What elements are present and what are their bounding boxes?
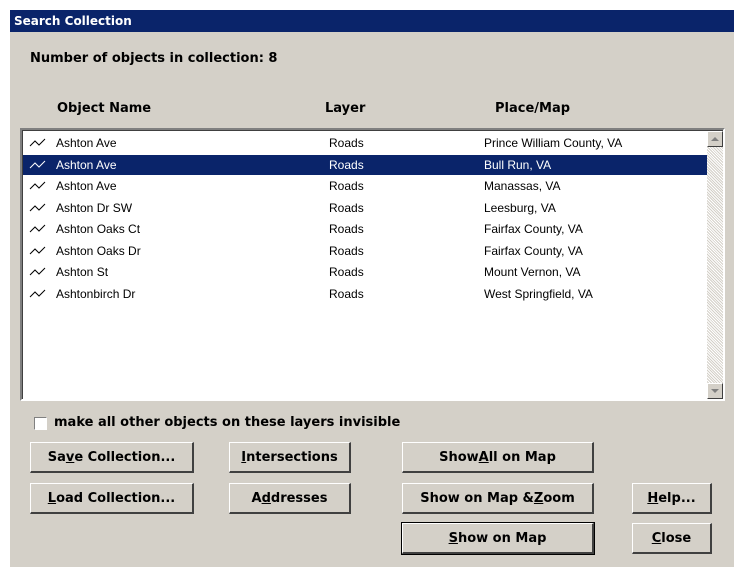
place-cell: Bull Run, VA — [484, 157, 552, 172]
object-name-cell: Ashton Oaks Dr — [56, 243, 141, 258]
place-cell: Manassas, VA — [484, 179, 561, 193]
road-line-icon — [29, 246, 46, 254]
layer-cell: Roads — [329, 200, 364, 215]
place-cell: Leesburg, VA — [484, 200, 556, 215]
results-list[interactable]: Ashton Ave Roads Prince William County, VA… — [20, 128, 725, 401]
place-cell: Fairfax County, VA — [484, 222, 583, 236]
show-on-map-zoom-button[interactable]: Show on Map & Zoom — [402, 483, 594, 514]
scroll-up-button[interactable] — [707, 131, 723, 147]
make-invisible-label[interactable]: make all other objects on these layers i… — [54, 415, 400, 430]
close-button[interactable]: Close — [632, 523, 712, 554]
road-line-icon — [29, 224, 46, 233]
list-item[interactable]: Ashton Ave Roads Prince William County, VA — [23, 133, 709, 153]
addresses-button[interactable]: Ad dresses — [229, 483, 351, 514]
road-line-icon — [29, 289, 46, 297]
list-item[interactable]: Ashton Ave Roads Bull Run, VA — [23, 154, 709, 175]
results-list-body: Ashton Ave Roads Prince William County, VA… — [22, 130, 723, 399]
layer-cell: Roads — [329, 265, 364, 279]
road-line-icon — [29, 138, 46, 147]
window-title: Search Collection — [10, 10, 734, 32]
object-name-cell: Ashton Ave — [56, 157, 117, 172]
object-name-cell: Ashton St — [56, 265, 109, 279]
road-line-icon — [29, 181, 46, 190]
list-item[interactable]: Ashton Oaks Dr Roads Fairfax County, VA — [23, 241, 709, 261]
arrow-up-icon — [711, 137, 719, 141]
place-cell: Mount Vernon, VA — [484, 265, 581, 279]
make-invisible-checkbox[interactable] — [34, 417, 47, 430]
list-item[interactable]: Ashtonbirch Dr Roads West Springfield, VA — [23, 284, 709, 304]
column-header-layer: Layer — [325, 101, 366, 116]
column-header-place-map: Place/Map — [495, 101, 571, 116]
place-cell: Fairfax County, VA — [484, 243, 583, 258]
save-collection-button[interactable]: Sa v e Collection... — [30, 442, 194, 473]
search-collection-dialog: Search Collection Number of objects in c… — [10, 10, 734, 567]
object-name-cell: Ashtonbirch Dr — [56, 286, 136, 301]
list-item[interactable]: Ashton Oaks Ct Roads Fairfax County, VA — [23, 219, 709, 239]
layer-cell: Roads — [329, 157, 364, 172]
show-all-on-map-button[interactable]: Show All on Map — [402, 442, 594, 473]
road-line-icon — [29, 203, 46, 211]
scroll-down-button[interactable] — [707, 383, 723, 399]
list-item[interactable]: Ashton St Roads Mount Vernon, VA — [23, 262, 709, 282]
layer-cell: Roads — [329, 179, 364, 193]
arrow-down-icon — [711, 389, 719, 393]
layer-cell: Roads — [329, 243, 364, 258]
list-item[interactable]: Ashton Dr SW Roads Leesburg, VA — [23, 198, 709, 218]
road-line-icon — [29, 267, 46, 276]
list-item[interactable]: Ashton Ave Roads Manassas, VA — [23, 176, 709, 196]
place-cell: West Springfield, VA — [484, 286, 593, 301]
layer-cell: Roads — [329, 136, 364, 150]
layer-cell: Roads — [329, 286, 364, 301]
help-button[interactable]: Help... — [632, 483, 712, 514]
column-header-object-name: Object Name — [57, 101, 152, 116]
vertical-scrollbar[interactable] — [707, 131, 723, 399]
intersections-button[interactable]: Intersections — [229, 442, 351, 473]
load-collection-button[interactable]: Load Collection... — [30, 483, 194, 514]
layer-cell: Roads — [329, 222, 364, 236]
object-name-cell: Ashton Ave — [56, 136, 117, 150]
road-line-icon — [29, 160, 46, 168]
object-name-cell: Ashton Ave — [56, 179, 117, 193]
object-name-cell: Ashton Dr SW — [56, 200, 133, 215]
object-name-cell: Ashton Oaks Ct — [56, 222, 141, 236]
show-on-map-button[interactable]: Show on Map — [401, 522, 595, 555]
object-count-label: Number of objects in collection: 8 — [30, 51, 278, 66]
place-cell: Prince William County, VA — [484, 136, 623, 150]
